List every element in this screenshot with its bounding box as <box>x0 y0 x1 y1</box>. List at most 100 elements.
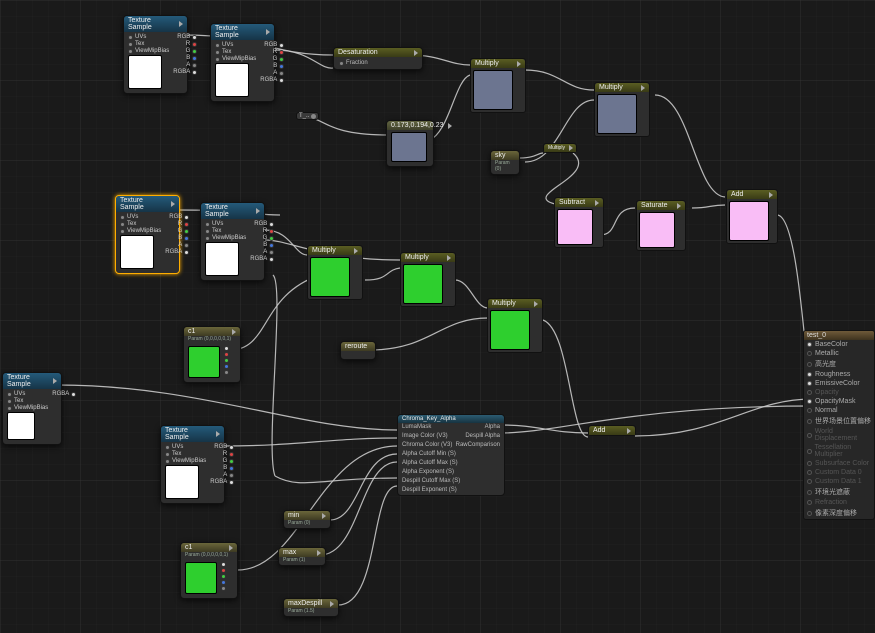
pin-lumamask[interactable]: LumaMask <box>402 423 431 432</box>
texture-preview[interactable] <box>165 465 199 499</box>
result-pin-opacitymask[interactable]: OpacityMask <box>804 397 874 406</box>
collapse-icon[interactable] <box>256 208 260 214</box>
node-reroute[interactable]: reroute <box>340 341 376 360</box>
pin-imagecolor[interactable]: Image Color (V3) <box>402 432 448 441</box>
result-pin-emissivecolor[interactable]: EmissiveColor <box>804 379 874 388</box>
collapse-icon[interactable] <box>595 200 599 206</box>
node-desaturation[interactable]: Desaturation Fraction <box>333 47 423 70</box>
node-multiply-6[interactable]: Multiply <box>487 298 543 353</box>
texture-preview[interactable] <box>128 55 162 89</box>
pin-alphacutmax[interactable]: Alpha Cutoff Max (S) <box>402 459 458 468</box>
node-multiply-5[interactable]: Multiply <box>400 252 456 307</box>
material-result-node[interactable]: test_0 BaseColorMetallic高光度RoughnessEmis… <box>803 330 875 520</box>
result-pin-basecolor[interactable]: BaseColor <box>804 340 874 349</box>
pin-g[interactable]: G <box>186 48 198 54</box>
result-pin-高光度[interactable]: 高光度 <box>804 358 874 370</box>
collapse-icon[interactable] <box>179 21 183 27</box>
result-pin-环境光遮蔽[interactable]: 环境光遮蔽 <box>804 486 874 498</box>
result-pin-custom-data-1[interactable]: Custom Data 1 <box>804 477 874 486</box>
collapse-icon[interactable] <box>53 378 57 384</box>
collapse-icon[interactable] <box>569 145 573 151</box>
node-param-maxdespill[interactable]: maxDespill Param (1.5) <box>283 598 339 617</box>
texture-preview[interactable] <box>205 242 239 276</box>
texture-preview[interactable] <box>120 235 154 269</box>
node-param-c1b[interactable]: c1 Param (0,0,0,0,0,1) <box>180 542 238 599</box>
collapse-icon[interactable] <box>627 428 631 434</box>
node-multiply-2[interactable]: Multiply <box>594 82 650 137</box>
collapse-icon[interactable] <box>171 201 175 207</box>
pin-despillcutmax[interactable]: Despill Cutoff Max (S) <box>402 477 460 486</box>
result-pin-normal[interactable]: Normal <box>804 406 874 415</box>
pin-despillexp[interactable]: Despill Exponent (S) <box>402 486 457 495</box>
node-add-2[interactable]: Add <box>588 425 636 436</box>
pin-tex[interactable]: Tex <box>128 41 169 47</box>
node-saturate[interactable]: Saturate <box>636 200 686 251</box>
collapse-icon[interactable] <box>232 329 236 335</box>
pin-rgba[interactable]: RGBA <box>173 69 197 75</box>
result-pin-opacity[interactable]: Opacity <box>804 388 874 397</box>
texture-preview[interactable] <box>215 63 249 97</box>
collapse-icon[interactable] <box>322 513 326 519</box>
node-texture-sample-6[interactable]: Texture Sample UVs Tex ViewMipBias RGB R… <box>160 425 225 504</box>
collapse-icon[interactable] <box>769 192 773 198</box>
node-constant3[interactable]: 0.173,0.194,0.23 <box>386 120 434 167</box>
node-header[interactable]: Texture Sample <box>124 16 187 32</box>
pin-viewmip[interactable]: ViewMipBias <box>215 56 256 62</box>
pin-fraction[interactable]: Fraction <box>339 60 417 66</box>
pin-b[interactable]: B <box>186 55 197 61</box>
node-param-min[interactable]: min Param (0) <box>283 510 331 529</box>
collapse-icon[interactable] <box>677 203 681 209</box>
pin-despillalpha[interactable]: Despill Alpha <box>465 432 500 441</box>
collapse-icon[interactable] <box>641 85 645 91</box>
pin-uvs[interactable]: UVs <box>128 34 169 40</box>
pin-r[interactable]: R <box>186 41 197 47</box>
node-chroma-key-alpha[interactable]: Chroma_Key_Alpha LumaMaskAlpha Image Col… <box>397 414 505 496</box>
node-multiply-3[interactable]: Multiply <box>543 143 577 153</box>
result-pin-world-displacement[interactable]: World Displacement <box>804 427 874 443</box>
node-param-sky[interactable]: sky Param (0) <box>490 150 520 175</box>
pin-alphacutmin[interactable]: Alpha Cutoff Min (S) <box>402 450 456 459</box>
node-texture-sample-2[interactable]: Texture Sample UVs Tex ViewMipBias RGB R… <box>210 23 275 102</box>
pin-rgb[interactable]: RGB <box>177 34 197 40</box>
collapse-icon[interactable] <box>317 550 321 556</box>
collapse-icon[interactable] <box>266 29 270 35</box>
node-texture-sample-4[interactable]: Texture Sample UVs Tex ViewMipBias RGB R… <box>200 202 265 281</box>
result-pin-refraction[interactable]: Refraction <box>804 498 874 507</box>
result-pin-metallic[interactable]: Metallic <box>804 349 874 358</box>
node-param-max[interactable]: max Param (1) <box>278 547 326 566</box>
collapse-icon[interactable] <box>517 61 521 67</box>
node-subtract[interactable]: Subtract <box>554 197 604 248</box>
node-multiply-4[interactable]: Multiply <box>307 245 363 300</box>
node-texture-sample-5[interactable]: Texture Sample UVs Tex ViewMipBias RGBA <box>2 372 62 445</box>
pin-alpha-out[interactable]: Alpha <box>485 423 500 432</box>
node-texture-sample-3-selected[interactable]: Texture Sample UVs Tex ViewMipBias RGB R… <box>115 195 180 274</box>
pin-uvs[interactable]: UVs <box>215 42 256 48</box>
node-multiply-1[interactable]: Multiply <box>470 58 526 113</box>
collapse-icon[interactable] <box>216 431 220 437</box>
node-param-c1a[interactable]: c1 Param (0,0,0,0,0,1) <box>183 326 241 383</box>
pin-tex[interactable]: Tex <box>215 49 256 55</box>
collapse-icon[interactable] <box>229 545 233 551</box>
result-pin-subsurface-color[interactable]: Subsurface Color <box>804 459 874 468</box>
pin-a[interactable]: A <box>186 62 197 68</box>
collapse-icon[interactable] <box>354 248 358 254</box>
result-pin-roughness[interactable]: Roughness <box>804 370 874 379</box>
collapse-icon[interactable] <box>534 301 538 307</box>
result-pin-tessellation-multiplier[interactable]: Tessellation Multiplier <box>804 443 874 459</box>
collapse-icon[interactable] <box>448 123 452 129</box>
result-pin-像素深度偏移[interactable]: 像素深度偏移 <box>804 507 874 519</box>
pin-viewmip[interactable]: ViewMipBias <box>128 48 169 54</box>
result-pin-世界场景位置偏移[interactable]: 世界场景位置偏移 <box>804 415 874 427</box>
collapse-icon[interactable] <box>414 50 418 56</box>
texture-preview[interactable] <box>7 412 35 440</box>
result-pin-custom-data-0[interactable]: Custom Data 0 <box>804 468 874 477</box>
collapse-icon[interactable] <box>447 255 451 261</box>
output-pin[interactable] <box>311 114 316 119</box>
node-add-1[interactable]: Add <box>726 189 778 244</box>
pin-alphaexp[interactable]: Alpha Exponent (S) <box>402 468 454 477</box>
node-texture-sample-1[interactable]: Texture Sample UVs Tex ViewMipBias RGB R… <box>123 15 188 94</box>
node-texture-object[interactable]: T_.. <box>296 112 319 120</box>
pin-chromacolor[interactable]: Chroma Color (V3) <box>402 441 452 450</box>
pin-rawcomp[interactable]: RawComparison <box>456 441 500 450</box>
collapse-icon[interactable] <box>330 601 334 607</box>
